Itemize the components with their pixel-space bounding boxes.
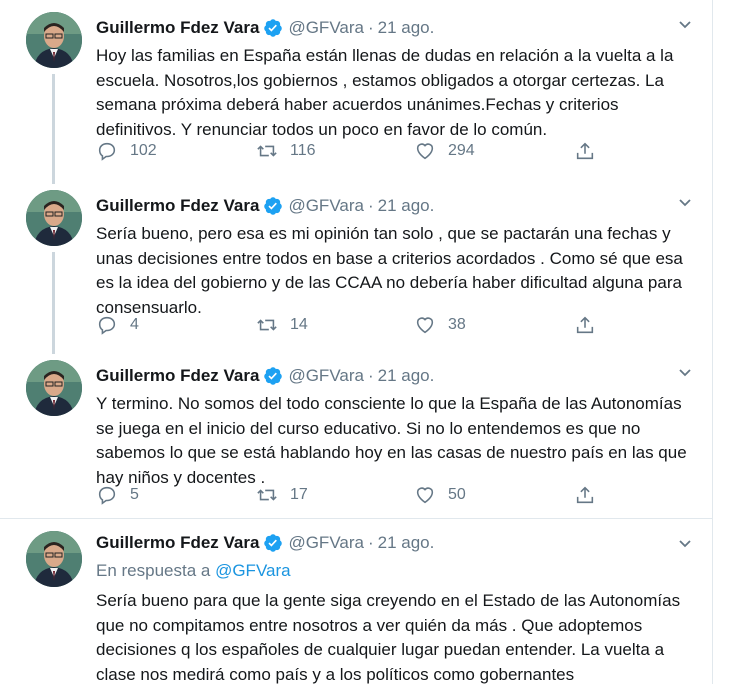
tweet[interactable]: Guillermo Fdez Vara @GFVara · 21 ago. Y … — [0, 348, 712, 518]
tweet-header: Guillermo Fdez Vara @GFVara · 21 ago. — [96, 16, 434, 40]
author-handle[interactable]: @GFVara — [288, 533, 364, 553]
avatar[interactable] — [26, 12, 82, 68]
thread-connector-line — [52, 252, 55, 354]
avatar[interactable] — [26, 531, 82, 587]
separator-dot: · — [367, 196, 374, 215]
reply-button[interactable]: 5 — [96, 484, 139, 506]
tweet-actions: 5 17 50 — [96, 484, 616, 508]
retweet-count: 17 — [290, 486, 308, 503]
share-button[interactable] — [574, 484, 596, 506]
verified-badge-icon — [264, 534, 283, 552]
like-count: 38 — [448, 316, 466, 333]
reply-context-handle-link[interactable]: @GFVara — [215, 561, 291, 580]
author-handle[interactable]: @GFVara — [288, 18, 364, 38]
like-button[interactable]: 294 — [414, 140, 475, 162]
tweet-header: Guillermo Fdez Vara @GFVara · 21 ago. — [96, 194, 434, 218]
tweet-date[interactable]: 21 ago. — [378, 366, 435, 386]
retweet-count: 116 — [290, 142, 316, 159]
like-count: 294 — [448, 142, 475, 159]
separator-dot: · — [367, 18, 374, 37]
verified-badge-icon — [264, 197, 283, 215]
chevron-down-icon[interactable] — [678, 18, 692, 32]
reply-icon — [98, 142, 116, 161]
heart-icon — [416, 143, 434, 160]
tweet-actions: 4 14 38 — [96, 314, 616, 338]
avatar[interactable] — [26, 190, 82, 246]
verified-badge-icon — [264, 367, 283, 385]
tweet-text: Sería bueno para que la gente siga creye… — [96, 591, 681, 684]
chevron-down-icon[interactable] — [678, 537, 692, 551]
reply-button[interactable]: 102 — [96, 140, 157, 162]
author-name[interactable]: Guillermo Fdez Vara — [96, 366, 259, 386]
share-icon — [576, 142, 594, 160]
tweet[interactable]: Guillermo Fdez Vara @GFVara · 21 ago. En… — [0, 518, 712, 685]
reply-count: 5 — [130, 486, 139, 503]
retweet-icon — [257, 145, 277, 157]
author-name[interactable]: Guillermo Fdez Vara — [96, 18, 259, 38]
retweet-button[interactable]: 14 — [256, 314, 308, 336]
heart-icon — [416, 317, 434, 334]
author-name[interactable]: Guillermo Fdez Vara — [96, 196, 259, 216]
tweet-header: Guillermo Fdez Vara @GFVara · 21 ago. — [96, 364, 434, 388]
tweet-text: Sería bueno, pero esa es mi opinión tan … — [96, 224, 683, 317]
tweet-text: Hoy las familias en España están llenas … — [96, 46, 674, 139]
reply-icon — [98, 486, 116, 505]
author-handle[interactable]: @GFVara — [288, 196, 364, 216]
reply-button[interactable]: 4 — [96, 314, 139, 336]
thread-connector-line — [52, 74, 55, 184]
verified-badge-icon — [264, 19, 283, 37]
chevron-down-icon[interactable] — [678, 196, 692, 210]
like-button[interactable]: 50 — [414, 484, 466, 506]
retweet-count: 14 — [290, 316, 308, 333]
reply-context: En respuesta a @GFVara — [96, 561, 291, 581]
share-icon — [576, 486, 594, 504]
tweet[interactable]: Guillermo Fdez Vara @GFVara · 21 ago. Ho… — [0, 0, 712, 184]
reply-count: 4 — [130, 316, 139, 333]
reply-count: 102 — [130, 142, 157, 159]
avatar[interactable] — [26, 360, 82, 416]
retweet-icon — [257, 489, 277, 501]
tweet-date[interactable]: 21 ago. — [378, 533, 435, 553]
retweet-button[interactable]: 116 — [256, 140, 316, 162]
share-button[interactable] — [574, 140, 596, 162]
author-handle[interactable]: @GFVara — [288, 366, 364, 386]
reply-context-label: En respuesta a — [96, 561, 216, 580]
retweet-icon — [257, 319, 277, 331]
like-count: 50 — [448, 486, 466, 503]
tweet-text: Y termino. No somos del todo consciente … — [96, 394, 687, 487]
tweet[interactable]: Guillermo Fdez Vara @GFVara · 21 ago. Se… — [0, 178, 712, 354]
tweet-thread: Guillermo Fdez Vara @GFVara · 21 ago. Ho… — [0, 0, 713, 684]
like-button[interactable]: 38 — [414, 314, 466, 336]
tweet-date[interactable]: 21 ago. — [378, 18, 435, 38]
heart-icon — [416, 487, 434, 504]
retweet-button[interactable]: 17 — [256, 484, 308, 506]
author-name[interactable]: Guillermo Fdez Vara — [96, 533, 259, 553]
separator-dot: · — [367, 533, 374, 552]
chevron-down-icon[interactable] — [678, 366, 692, 380]
tweet-date[interactable]: 21 ago. — [378, 196, 435, 216]
share-button[interactable] — [574, 314, 596, 336]
separator-dot: · — [367, 366, 374, 385]
reply-icon — [98, 316, 116, 335]
share-icon — [576, 316, 594, 334]
tweet-actions: 102 116 294 — [96, 140, 616, 164]
tweet-header: Guillermo Fdez Vara @GFVara · 21 ago. — [96, 531, 434, 555]
